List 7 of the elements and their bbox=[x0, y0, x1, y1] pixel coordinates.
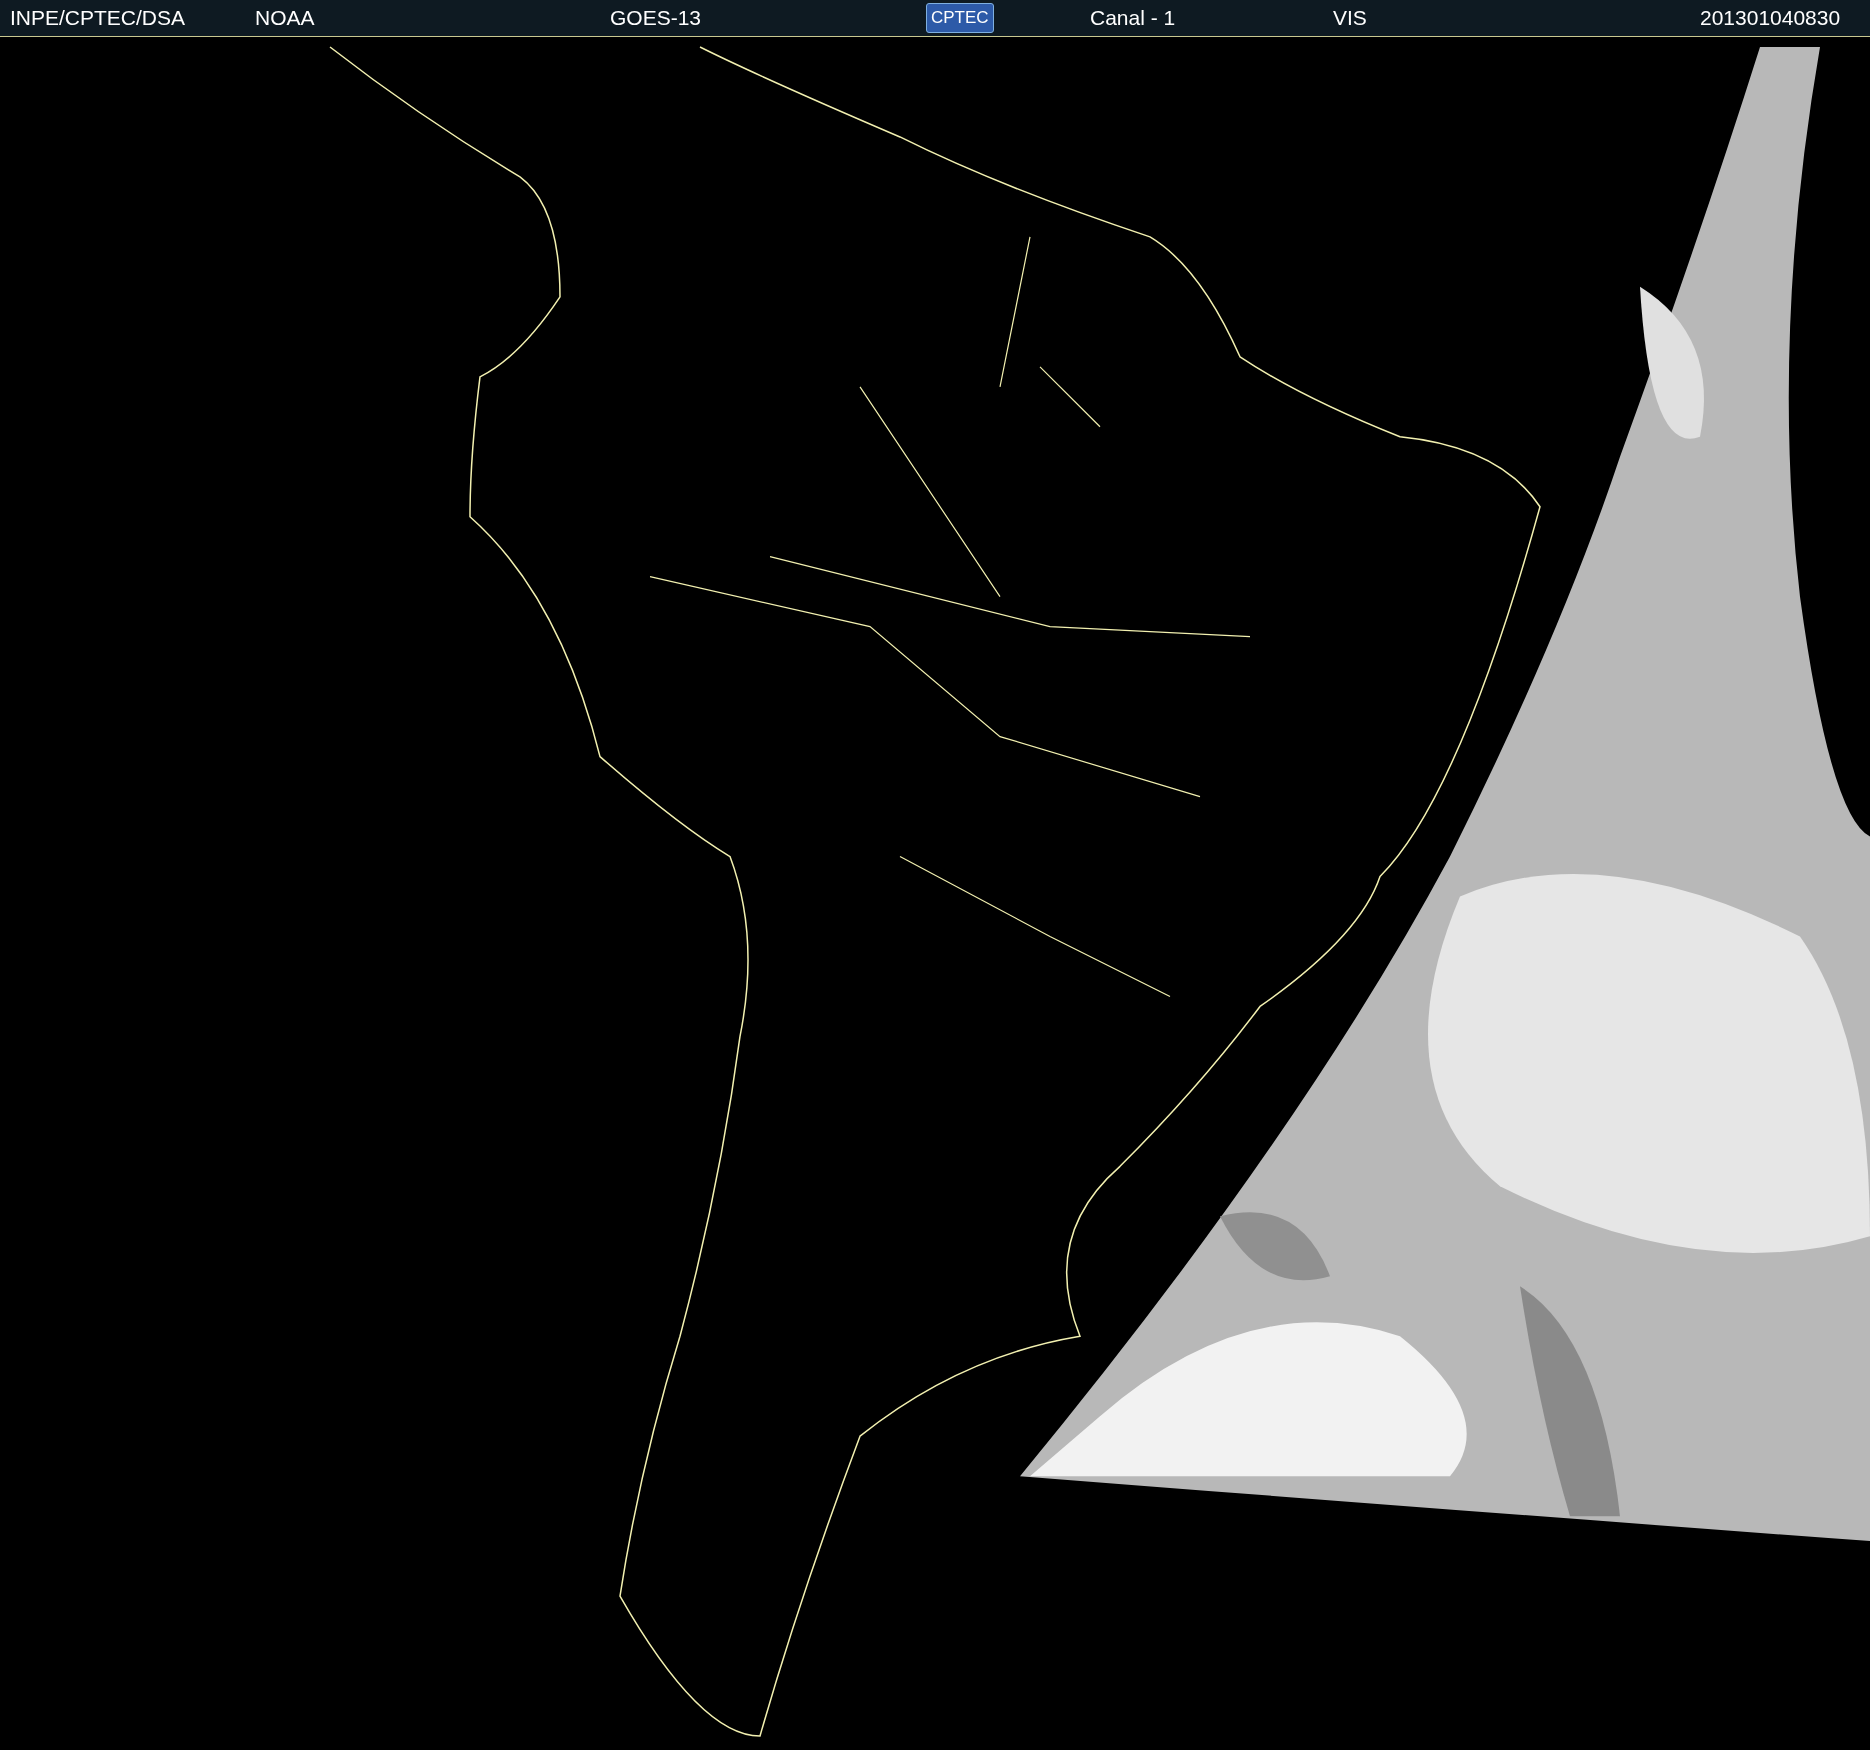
header-text: NOAA bbox=[255, 6, 315, 30]
logo: CPTEC bbox=[926, 3, 994, 33]
header-text: Canal - 1 bbox=[1090, 6, 1176, 30]
header-text: INPE/CPTEC/DSA bbox=[10, 6, 186, 30]
header-text: GOES-13 bbox=[610, 6, 702, 30]
header-text: 201301040830 bbox=[1700, 6, 1841, 30]
header-text: VIS bbox=[1333, 6, 1367, 30]
